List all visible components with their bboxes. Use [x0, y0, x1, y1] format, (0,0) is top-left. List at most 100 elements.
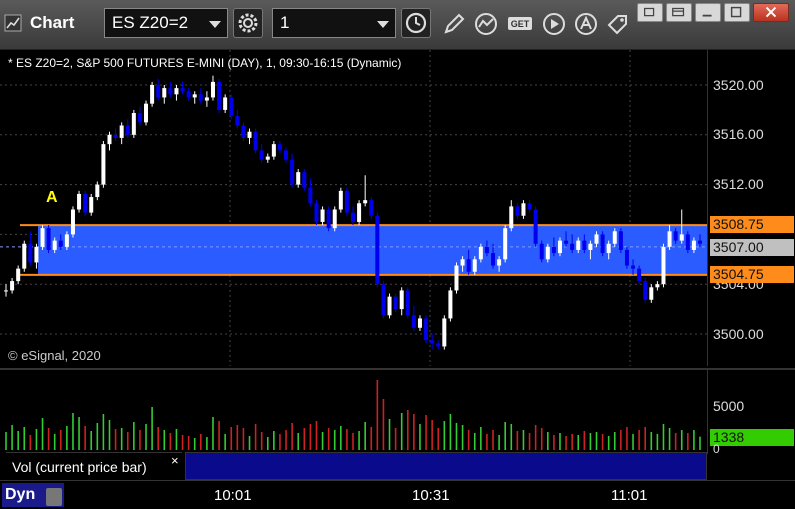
time-button[interactable] — [401, 8, 431, 38]
volume-study-close-icon[interactable]: × — [171, 453, 179, 468]
marker-a-label[interactable]: A — [46, 189, 58, 207]
price-axis[interactable]: 3520.00 3516.00 3512.00 3504.00 3500.00 … — [707, 50, 795, 366]
candle-body — [16, 268, 21, 282]
candle-body — [637, 268, 642, 282]
current-volume-badge: 1338 — [710, 429, 794, 446]
dynamic-mode-label: Dyn — [5, 486, 36, 503]
candle-body — [576, 240, 581, 250]
candle-body — [521, 203, 526, 216]
candle-body — [217, 81, 222, 110]
candle-body — [515, 206, 520, 216]
candle-body — [448, 290, 453, 319]
candle-body — [466, 259, 471, 272]
candle-body — [284, 150, 289, 160]
candle-body — [46, 228, 51, 250]
candle-body — [83, 193, 88, 213]
price-pane[interactable]: * ES Z20=2, S&P 500 FUTURES E-MINI (DAY)… — [0, 50, 707, 413]
chevron-down-icon[interactable] — [209, 21, 221, 28]
candle-body — [223, 97, 228, 110]
gear-icon — [238, 13, 258, 33]
candle-body — [95, 184, 100, 198]
upper-level-badge: 3508.75 — [710, 216, 794, 233]
restore-layout-button[interactable] — [666, 3, 692, 22]
candle-body — [631, 265, 636, 269]
time-tick: 10:31 — [412, 487, 450, 504]
candle-body — [369, 200, 374, 216]
get-data-icon[interactable]: GET — [506, 10, 534, 38]
candle-body — [119, 125, 124, 138]
candle-body — [168, 88, 173, 95]
candle-body — [655, 284, 660, 288]
study-icon[interactable] — [472, 10, 500, 38]
candle-body — [77, 193, 82, 210]
price-chart[interactable] — [0, 50, 707, 366]
candle-body — [351, 212, 355, 222]
candle-body — [28, 243, 33, 263]
candle-body — [442, 318, 447, 347]
candle-body — [533, 209, 538, 244]
candle-body — [131, 113, 136, 135]
chart-toolbar: Chart ES Z20=2 1 GET — [0, 0, 795, 50]
time-axis[interactable]: Dyn 10:01 10:31 11:01 — [0, 480, 795, 509]
candle-body — [332, 209, 337, 229]
candle-body — [144, 103, 149, 123]
price-zone — [38, 225, 707, 275]
lower-level-badge: 3504.75 — [710, 266, 794, 283]
candle-body — [436, 343, 441, 347]
candle-body — [229, 97, 234, 117]
candle-body — [156, 85, 161, 98]
tag-icon[interactable] — [604, 10, 632, 38]
candle-body — [344, 190, 349, 213]
candle-body — [125, 125, 130, 135]
candle-body — [399, 290, 404, 310]
maximize-icon — [730, 6, 742, 18]
candle-body — [174, 88, 179, 95]
candle-body — [192, 94, 197, 98]
candle-body — [393, 296, 398, 310]
candle-body — [417, 318, 422, 328]
interval-input[interactable]: 1 — [272, 8, 396, 38]
play-icon[interactable] — [540, 10, 568, 38]
candle-body — [113, 134, 118, 138]
candle-body — [405, 290, 410, 316]
candle-body — [10, 281, 15, 291]
minimize-icon — [702, 14, 712, 17]
link-window-button[interactable] — [637, 3, 663, 22]
volume-study-label[interactable]: Vol (current price bar) — [6, 452, 182, 480]
candle-body — [326, 209, 331, 229]
candle-body — [137, 113, 142, 123]
candle-body — [308, 187, 313, 204]
dynamic-mode-button[interactable]: Dyn — [2, 483, 64, 507]
price-tick: 3516.00 — [713, 126, 764, 142]
settings-button[interactable] — [233, 8, 263, 38]
candle-body — [210, 81, 215, 98]
candle-body — [454, 265, 459, 291]
maximize-button[interactable] — [724, 3, 750, 22]
candle-body — [186, 91, 191, 98]
candle-body — [460, 259, 465, 266]
lock-icon[interactable] — [46, 488, 62, 506]
candle-body — [375, 215, 380, 285]
alert-icon[interactable] — [572, 10, 600, 38]
candle-body — [582, 240, 587, 250]
volume-tick: 5000 — [713, 398, 745, 414]
close-button[interactable] — [753, 3, 789, 22]
candle-body — [40, 228, 45, 247]
symbol-input[interactable]: ES Z20=2 — [104, 8, 228, 38]
minimize-button[interactable] — [695, 3, 721, 22]
chevron-down-icon[interactable] — [377, 21, 389, 28]
candle-body — [643, 281, 648, 300]
pencil-icon[interactable] — [440, 10, 468, 38]
candle-body — [363, 200, 368, 204]
volume-axis[interactable]: 5000 1338 0 — [707, 368, 795, 456]
window-title: Chart — [30, 13, 75, 32]
candle-body — [509, 206, 514, 229]
volume-chart[interactable] — [0, 370, 707, 452]
candle-body — [241, 125, 246, 138]
candle-body — [679, 234, 684, 241]
chart-title: * ES Z20=2, S&P 500 FUTURES E-MINI (DAY)… — [8, 56, 402, 70]
candle-body — [296, 172, 301, 185]
volume-pane[interactable] — [0, 368, 707, 454]
candle-body — [101, 144, 106, 185]
candle-body — [64, 234, 69, 247]
